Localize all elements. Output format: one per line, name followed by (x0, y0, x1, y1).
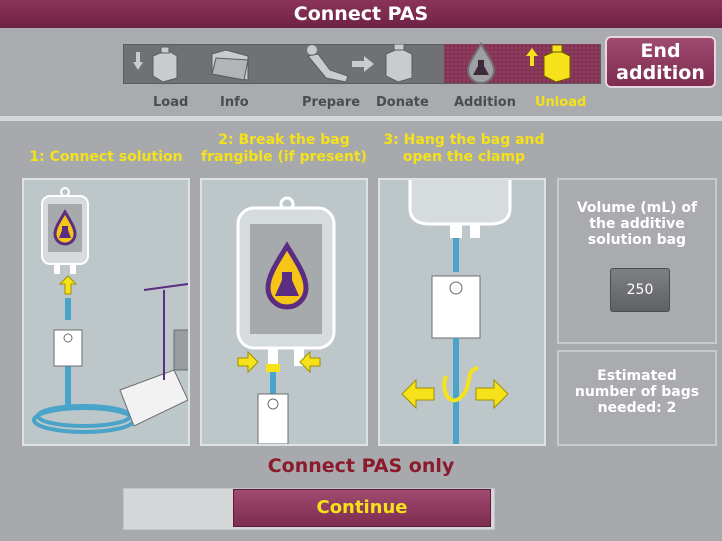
load-icon (133, 46, 178, 82)
unload-icon (526, 44, 571, 83)
volume-label-line2: the additive (589, 216, 685, 232)
continue-button[interactable]: Continue (233, 489, 491, 527)
instruction-header-3: 3: Hang the bag and open the clamp (383, 132, 545, 165)
step-label-info: Info (220, 95, 249, 110)
volume-panel: Volume (mL) of the additive solution bag… (557, 178, 717, 344)
end-addition-button[interactable]: End addition (605, 36, 716, 88)
step-label-prepare: Prepare (302, 95, 361, 110)
volume-label-line3: solution bag (587, 232, 687, 248)
prepare-donor-icon (307, 45, 349, 83)
instruction-header-2: 2: Break the bag frangible (if present) (201, 132, 367, 165)
step-label-unload: Unload (535, 95, 587, 110)
estimate-line1: Estimated (597, 368, 677, 384)
status-message: Connect PAS only (267, 455, 455, 477)
instruction-header-1: 1: Connect solution (29, 149, 183, 165)
page-title: Connect PAS (293, 3, 429, 25)
step-label-load: Load (153, 95, 189, 110)
end-button-line2: addition (616, 62, 705, 84)
step-label-donate: Donate (376, 95, 429, 110)
title-bar: Connect PAS (0, 0, 722, 28)
info-folder-icon (211, 49, 249, 81)
arrow-right-icon (352, 56, 374, 72)
estimate-line3: needed: 2 (597, 400, 677, 416)
separator (0, 116, 722, 121)
end-button-line1: End (640, 40, 681, 62)
volume-value-button[interactable]: 250 (610, 268, 670, 312)
addition-drop-icon (466, 42, 496, 84)
donate-icon (385, 44, 413, 83)
break-frangible-illustration (200, 178, 368, 446)
estimate-line2: number of bags (574, 384, 700, 400)
step-label-addition: Addition (454, 95, 516, 110)
connect-solution-illustration (22, 178, 190, 446)
volume-label-line1: Volume (mL) of (576, 200, 698, 216)
hang-bag-illustration (378, 178, 546, 446)
estimate-panel: Estimated number of bags needed: 2 (557, 350, 717, 446)
